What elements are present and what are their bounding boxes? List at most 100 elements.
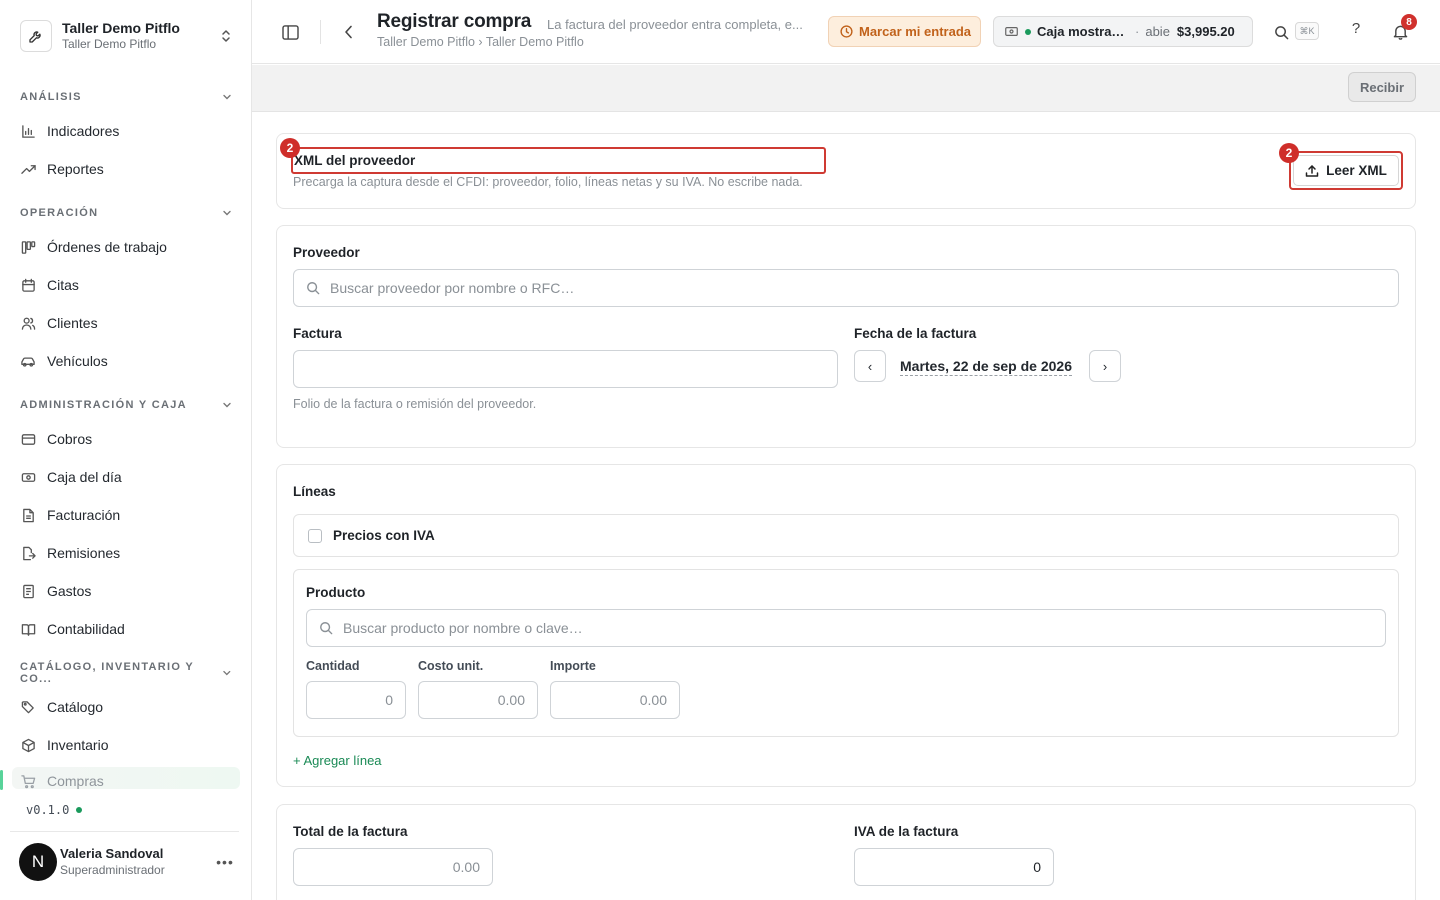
sidebar-item-contabilidad[interactable]: Contabilidad [12, 613, 240, 645]
sidebar-item-label: Compras [47, 773, 104, 789]
sidebar-item-ordenes[interactable]: Órdenes de trabajo [12, 231, 240, 263]
annotation-marker: 2 [1279, 143, 1299, 163]
sidebar-item-caja[interactable]: Caja del día [12, 461, 240, 493]
xml-card: XML del proveedor 2 Precarga la captura … [276, 133, 1416, 209]
page-description: La factura del proveedor entra completa,… [547, 17, 803, 32]
page-title: Registrar compra [377, 11, 532, 32]
action-bar: Recibir [252, 65, 1440, 112]
section-analisis[interactable]: ANÁLISIS [20, 88, 232, 106]
iva-prices-label: Precios con IVA [333, 528, 435, 543]
date-next-button[interactable]: › [1089, 350, 1121, 382]
invoice-date-value[interactable]: Martes, 22 de sep de 2026 [900, 358, 1072, 376]
iva-prices-checkbox[interactable] [308, 528, 322, 543]
sidebar-item-inventario[interactable]: Inventario [12, 729, 240, 761]
sidebar-item-cobros[interactable]: Cobros [12, 423, 240, 455]
kanban-icon [20, 239, 36, 255]
sidebar-item-clientes[interactable]: Clientes [12, 307, 240, 339]
read-xml-button[interactable]: Leer XML [1293, 155, 1399, 186]
section-label: CATÁLOGO, INVENTARIO Y CO... [20, 661, 194, 685]
divider [10, 831, 239, 832]
unit-cost-input[interactable]: 0.00 [418, 681, 538, 719]
active-indicator [0, 770, 3, 790]
users-icon [20, 315, 36, 331]
check-in-label: Marcar mi entrada [859, 24, 971, 39]
file-text-icon [20, 507, 36, 523]
product-search-input[interactable]: Buscar producto por nombre o clave… [306, 609, 1386, 647]
search-icon [307, 282, 320, 295]
wrench-icon [20, 20, 52, 52]
xml-help: Precarga la captura desde el CFDI: prove… [293, 175, 803, 189]
invoice-iva-input[interactable]: 0 [854, 848, 1054, 886]
sidebar-item-citas[interactable]: Citas [12, 269, 240, 301]
search-icon [320, 622, 333, 635]
sidebar-item-label: Facturación [47, 507, 121, 523]
chevron-down-icon [223, 94, 231, 100]
totals-card: Total de la factura 0.00 IVA de la factu… [276, 804, 1416, 900]
invoice-iva-value: 0 [1033, 859, 1041, 875]
iva-prices-toggle[interactable]: Precios con IVA [293, 514, 1399, 557]
invoice-help: Folio de la factura o remisión del prove… [293, 397, 537, 411]
chevron-down-icon [223, 210, 231, 216]
sidebar-item-label: Indicadores [47, 123, 120, 139]
clock-icon [840, 25, 853, 38]
user-role: Superadministrador [60, 863, 165, 877]
cash-separator: · [1135, 24, 1140, 39]
sidebar-item-facturacion[interactable]: Facturación [12, 499, 240, 531]
add-line-link[interactable]: + Agregar línea [293, 753, 382, 768]
unit-cost-label: Costo unit. [418, 659, 484, 673]
user-menu[interactable]: N Valeria Sandoval Superadministrador ••… [19, 842, 235, 882]
cash-open-dot [1025, 28, 1031, 35]
quantity-label: Cantidad [306, 659, 360, 673]
sidebar-item-indicadores[interactable]: Indicadores [12, 115, 240, 147]
section-label: ANÁLISIS [20, 91, 82, 103]
breadcrumb[interactable]: Taller Demo Pitflo › Taller Demo Pitflo [377, 35, 584, 49]
section-administracion[interactable]: ADMINISTRACIÓN Y CAJA [20, 396, 232, 414]
status-dot [76, 807, 83, 813]
help-icon[interactable]: ? [1348, 20, 1364, 42]
org-name: Taller Demo Pitflo [62, 20, 180, 36]
sidebar-item-label: Gastos [47, 583, 92, 599]
section-operacion[interactable]: OPERACIÓN [20, 204, 232, 222]
main-content: Recibir XML del proveedor 2 Precarga la … [252, 65, 1440, 900]
app-version: v0.1.0 [26, 803, 83, 817]
receive-button[interactable]: Recibir [1348, 72, 1416, 102]
bar-chart-icon [20, 123, 36, 139]
quantity-input[interactable]: 0 [306, 681, 406, 719]
sidebar-item-label: Órdenes de trabajo [47, 239, 167, 255]
sidebar-item-label: Catálogo [47, 699, 104, 715]
invoice-label: Factura [293, 326, 342, 341]
sidebar-item-remisiones[interactable]: Remisiones [12, 537, 240, 569]
back-icon[interactable] [338, 22, 358, 42]
org-switcher[interactable]: Taller Demo Pitflo Taller Demo Pitflo [20, 18, 234, 54]
sidebar-item-reportes[interactable]: Reportes [12, 153, 240, 185]
section-catalogo[interactable]: CATÁLOGO, INVENTARIO Y CO... [20, 661, 232, 685]
cash-icon [1005, 26, 1018, 37]
car-icon [20, 353, 36, 369]
sidebar-item-vehiculos[interactable]: Vehículos [12, 345, 240, 377]
sidebar-item-label: Reportes [47, 161, 104, 177]
sidebar-toggle-icon[interactable] [280, 22, 300, 42]
check-in-button[interactable]: Marcar mi entrada [828, 16, 981, 47]
supplier-search-input[interactable]: Buscar proveedor por nombre o RFC… [293, 269, 1399, 307]
search-icon[interactable] [1271, 22, 1291, 42]
amount-input[interactable]: 0.00 [550, 681, 680, 719]
avatar: N [19, 843, 57, 881]
sidebar-item-gastos[interactable]: Gastos [12, 575, 240, 607]
invoice-total-value: 0.00 [452, 859, 480, 875]
sidebar-item-catalogo[interactable]: Catálogo [12, 691, 240, 723]
sidebar: Taller Demo Pitflo Taller Demo Pitflo AN… [0, 0, 252, 900]
cash-amount: $3,995.20 [1176, 24, 1235, 39]
receipt-icon [20, 583, 36, 599]
invoice-iva-label: IVA de la factura [854, 824, 959, 839]
amount-value: 0.00 [639, 692, 667, 708]
sidebar-item-label: Citas [47, 277, 79, 293]
date-prev-button[interactable]: ‹ [854, 350, 886, 382]
invoice-folio-input[interactable] [293, 350, 838, 388]
invoice-total-input[interactable]: 0.00 [293, 848, 493, 886]
more-icon[interactable]: ••• [215, 854, 235, 870]
org-subtitle: Taller Demo Pitflo [62, 37, 157, 51]
line-item: Producto Buscar producto por nombre o cl… [293, 569, 1399, 737]
cash-register-selector[interactable]: Caja mostrad... · abie $3,995.20 [993, 16, 1253, 47]
sidebar-item-compras[interactable]: Compras [12, 767, 240, 789]
quantity-value: 0 [385, 692, 393, 708]
